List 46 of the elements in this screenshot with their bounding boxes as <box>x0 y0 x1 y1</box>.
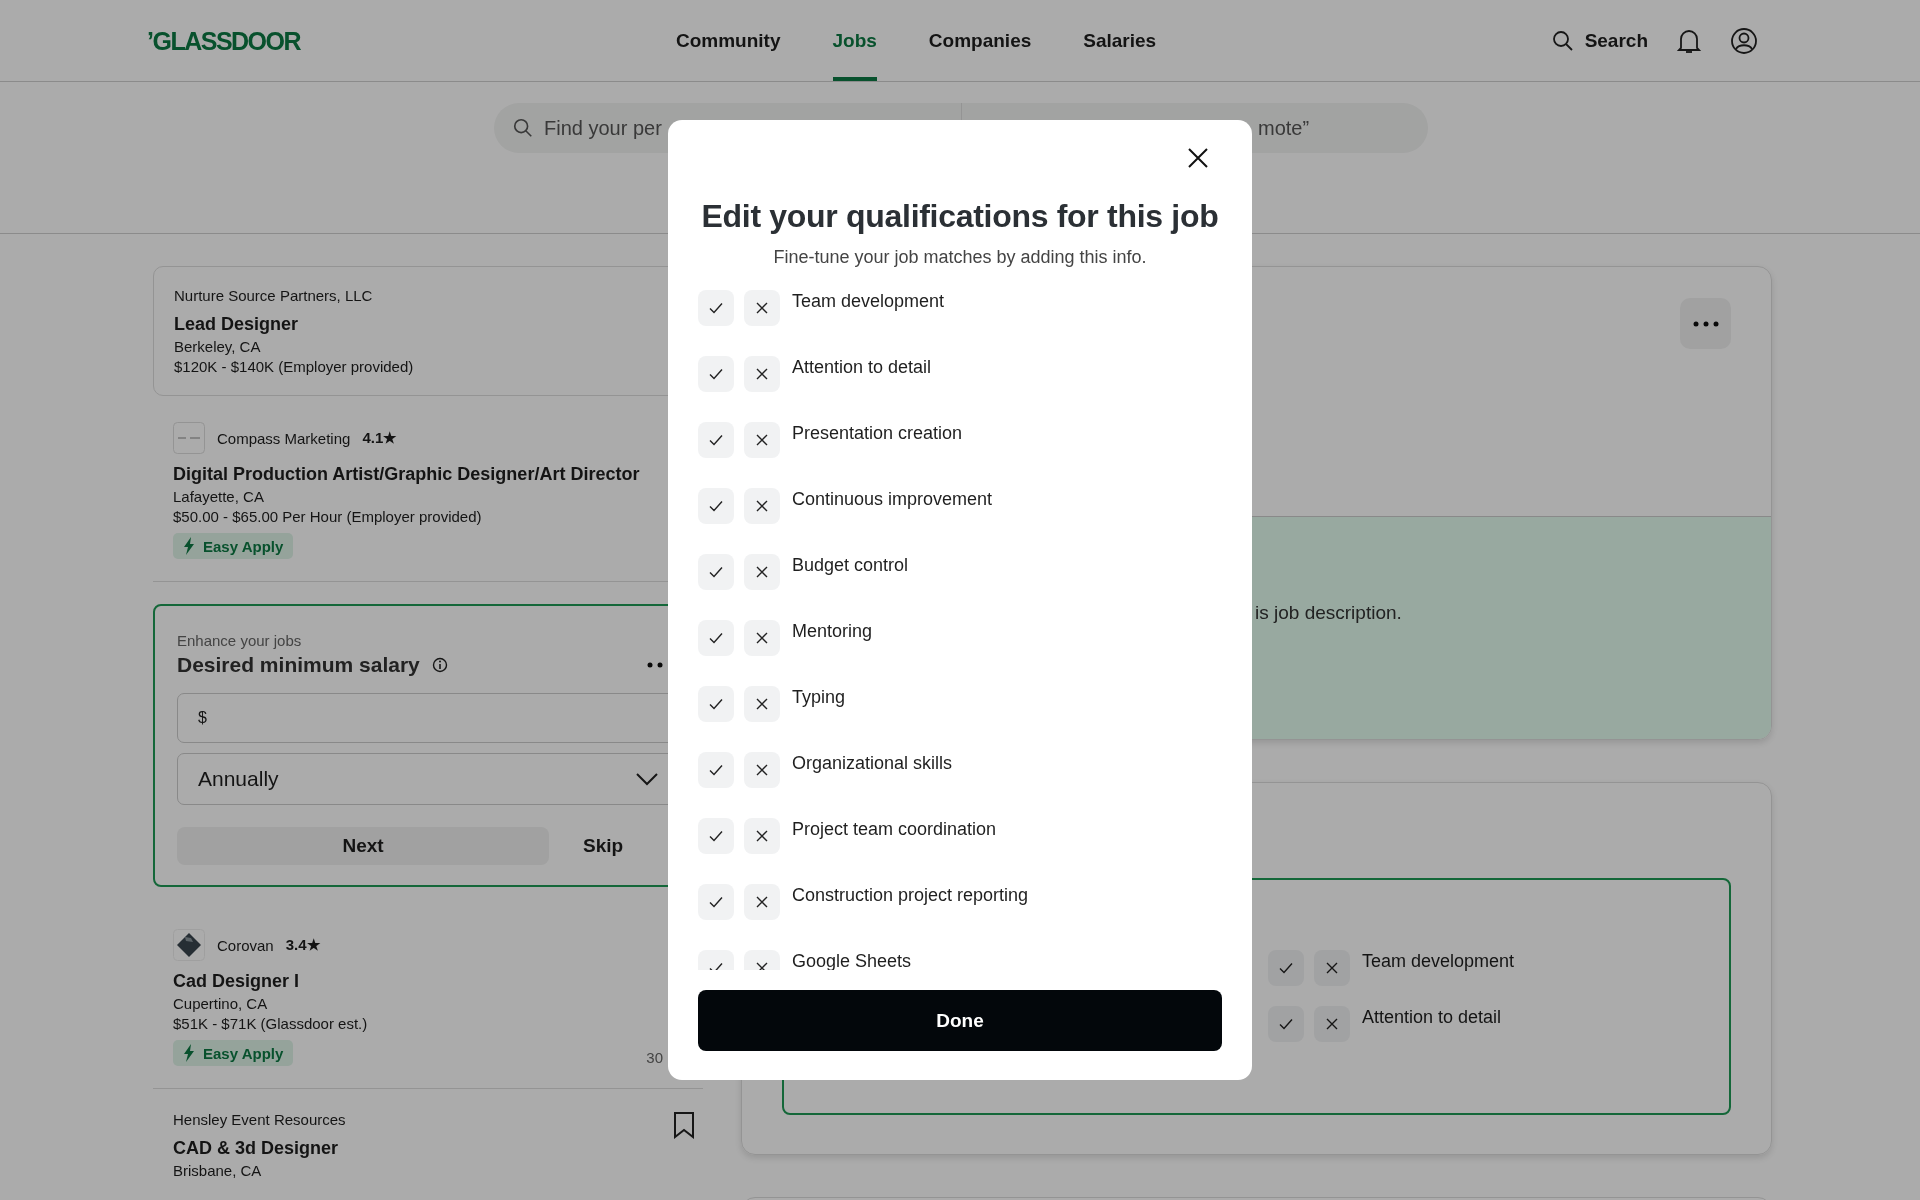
done-button[interactable]: Done <box>698 990 1222 1051</box>
card-title: Desired minimum salary <box>177 653 420 677</box>
easy-apply-badge: Easy Apply <box>173 1040 294 1066</box>
job-location: Lafayette, CA <box>173 488 265 505</box>
keyword-field[interactable]: Find your per <box>494 103 961 153</box>
skip-button[interactable]: Skip <box>577 827 630 865</box>
qualification-label: Team development <box>1362 951 1515 972</box>
company-name: Compass Marketing <box>217 429 351 447</box>
qualification-label: Presentation creation <box>792 423 963 444</box>
company-rating: 4.1★ <box>362 429 397 447</box>
panel-text: is job description. <box>1255 602 1402 623</box>
job-location: Berkeley, CA <box>174 338 262 355</box>
qualification-label: Construction project reporting <box>792 885 1029 906</box>
qualification-label: Attention to detail <box>1362 1007 1502 1028</box>
job-location: Brisbane, CA <box>173 1162 263 1179</box>
qualification-label: Project team coordination <box>792 819 997 840</box>
nav-tab[interactable]: Community <box>676 0 781 81</box>
company-name: Hensley Event Resources <box>173 1111 346 1128</box>
job-title[interactable]: CAD & 3d Designer <box>173 1138 683 1159</box>
qualification-label: Typing <box>792 687 846 708</box>
job-card[interactable]: Hensley Event Resources CAD & 3d Designer Brisbane, CA <box>153 1089 703 1200</box>
dialog-subtitle: Fine-tune your job matches by adding this info. <box>772 247 1148 268</box>
qualification-label: Team development <box>792 291 945 312</box>
company-name: Nurture Source Partners, LLC <box>174 287 373 304</box>
logo[interactable]: ’GLASSDOOR <box>147 24 303 57</box>
nav-tab[interactable]: Companies <box>928 0 1032 81</box>
company-name: Corovan <box>217 936 274 954</box>
search-button[interactable]: Search <box>1550 28 1648 53</box>
qualification-label: Organizational skills <box>792 753 953 774</box>
dialog-title: Edit your qualifications for this job <box>700 198 1220 235</box>
next-button[interactable]: Next <box>177 827 549 865</box>
nav-tab[interactable]: Salaries <box>1083 0 1157 81</box>
qualification-label: Attention to detail <box>792 357 932 378</box>
easy-apply-badge: Easy Apply <box>173 533 294 559</box>
job-salary: $120K - $140K (Employer provided) <box>174 358 415 375</box>
qualification-label: Budget control <box>792 555 909 576</box>
qualification-label: Google Sheets <box>792 951 912 970</box>
posted-age: 30 <box>646 1049 663 1066</box>
qualification-label: Continuous improvement <box>792 489 993 510</box>
nav-tab[interactable]: Jobs <box>832 0 877 81</box>
qualification-label: Mentoring <box>792 621 873 642</box>
company-rating: 3.4★ <box>285 936 320 954</box>
card-eyebrow: Enhance your jobs <box>177 632 302 649</box>
job-location: Cupertino, CA <box>173 995 269 1012</box>
job-salary: $50.00 - $65.00 Per Hour (Employer provided) <box>173 508 483 525</box>
job-salary: $51K - $71K (Glassdoor est.) <box>173 1015 369 1032</box>
